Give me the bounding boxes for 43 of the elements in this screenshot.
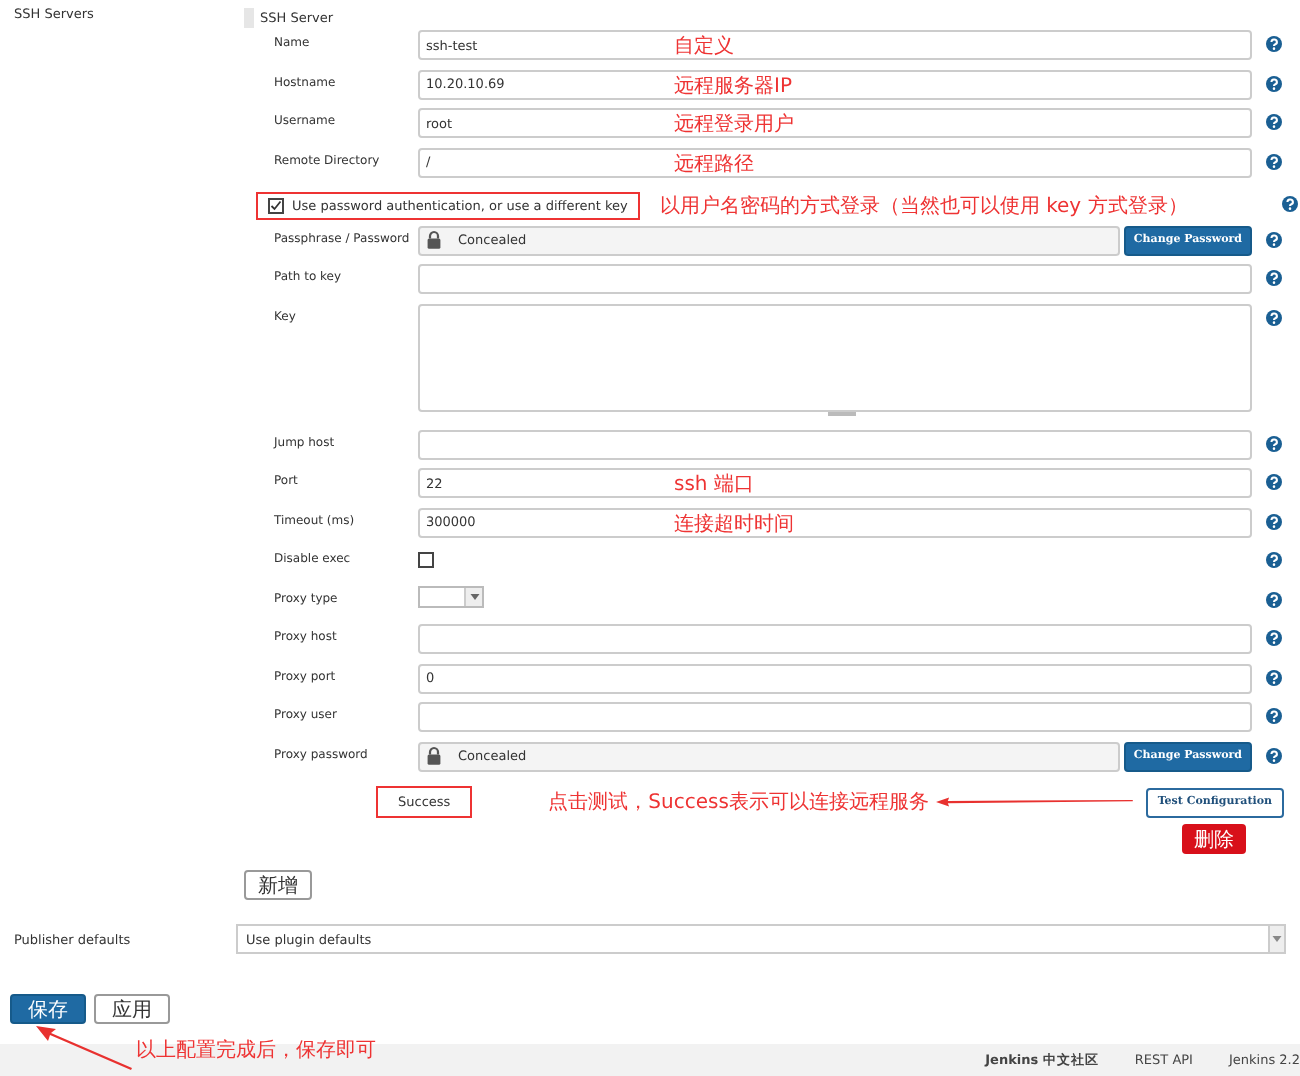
add-button[interactable]: 新增 bbox=[244, 870, 312, 900]
help-icon[interactable] bbox=[1266, 309, 1282, 325]
help-icon[interactable] bbox=[1266, 708, 1282, 724]
checkbox[interactable] bbox=[268, 197, 284, 214]
input-field[interactable] bbox=[418, 624, 1252, 654]
annotation-text: 点击测试，Success表示可以连接远程服务 bbox=[548, 789, 929, 816]
delete-button[interactable]: 删除 bbox=[1182, 824, 1246, 854]
help-icon[interactable] bbox=[1266, 153, 1282, 169]
annotation-text: 远程路径 bbox=[674, 151, 754, 177]
help-icon[interactable] bbox=[1266, 630, 1282, 646]
help-icon[interactable] bbox=[1266, 114, 1282, 130]
help-icon[interactable] bbox=[1266, 270, 1282, 286]
help-icon[interactable] bbox=[1266, 231, 1282, 247]
lock-icon bbox=[426, 746, 442, 766]
help-icon[interactable] bbox=[1266, 747, 1282, 763]
help-icon[interactable] bbox=[1266, 474, 1282, 490]
help-icon[interactable] bbox=[1266, 669, 1282, 685]
help-icon[interactable] bbox=[1266, 36, 1282, 52]
caret-icon bbox=[469, 593, 479, 599]
annotation-text: 远程服务器IP bbox=[674, 73, 792, 99]
arrow-icon bbox=[36, 1026, 132, 1070]
resize-handle-icon[interactable] bbox=[828, 411, 856, 415]
help-icon[interactable] bbox=[1266, 552, 1282, 568]
help-icon[interactable] bbox=[1266, 591, 1282, 607]
annotation-text: 连接超时时间 bbox=[674, 511, 794, 537]
input-field[interactable] bbox=[418, 429, 1252, 459]
save-button[interactable]: 保存 bbox=[10, 994, 86, 1024]
input-field[interactable] bbox=[418, 702, 1252, 732]
annotation-text: ssh 端口 bbox=[674, 471, 754, 498]
help-icon[interactable] bbox=[1266, 75, 1282, 91]
annotation-text: 自定义 bbox=[674, 33, 734, 60]
help-icon[interactable] bbox=[1266, 435, 1282, 451]
annotation-text: 以用户名密码的方式登录（当然也可以使用 key 方式登录） bbox=[659, 193, 1188, 220]
annotation-text: 远程登录用户 bbox=[674, 111, 794, 138]
annotation-text: 以上配置完成后，保存即可 bbox=[136, 1037, 376, 1064]
arrow-icon bbox=[936, 794, 1134, 810]
input-field[interactable] bbox=[418, 264, 1252, 294]
caret-icon bbox=[1272, 936, 1282, 942]
checkbox[interactable] bbox=[418, 552, 434, 568]
apply-button[interactable]: 应用 bbox=[94, 994, 170, 1024]
help-icon[interactable] bbox=[1282, 196, 1298, 212]
help-icon[interactable] bbox=[1266, 513, 1282, 529]
lock-icon bbox=[426, 230, 442, 250]
